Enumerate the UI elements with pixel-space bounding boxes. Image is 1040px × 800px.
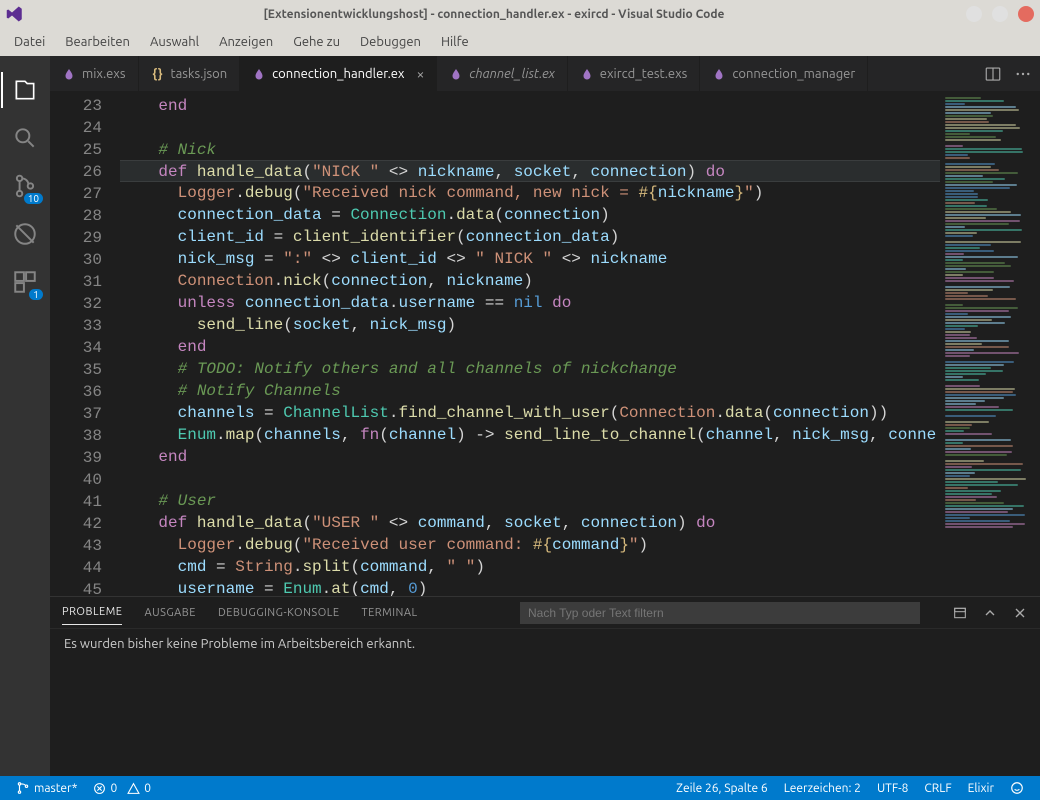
tab-label: exircd_test.exs bbox=[600, 67, 688, 81]
code-line[interactable]: end bbox=[120, 95, 940, 117]
activity-bar: 10 1 bbox=[0, 56, 50, 776]
code-line[interactable]: unless connection_data.username == nil d… bbox=[120, 292, 940, 314]
code-line[interactable]: end bbox=[120, 446, 940, 468]
debug-tab[interactable] bbox=[1, 210, 49, 258]
elixir-icon bbox=[62, 67, 76, 81]
window-title: [Extensionentwicklungshost] - connection… bbox=[32, 8, 956, 21]
bottom-panel: PROBLEME AUSGABE DEBUGGING-KONSOLE TERMINAL… bbox=[50, 596, 1040, 776]
elixir-icon bbox=[580, 67, 594, 81]
elixir-icon bbox=[252, 67, 266, 81]
more-icon[interactable] bbox=[1014, 65, 1032, 83]
branch-status[interactable]: master* bbox=[8, 781, 85, 795]
eol-status[interactable]: CRLF bbox=[916, 781, 959, 795]
code-line[interactable]: channels = ChannelList.find_channel_with… bbox=[120, 402, 940, 424]
code-line[interactable]: nick_msg = ":" <> client_id <> " NICK " … bbox=[120, 248, 940, 270]
code-line[interactable]: Logger.debug("Received nick command, new… bbox=[120, 182, 940, 204]
status-bar: master* 0 0 Zeile 26, Spalte 6 Leerzeich… bbox=[0, 776, 1040, 800]
line-gutter: 2324252627282930313233343536373839404142… bbox=[50, 91, 120, 596]
tab-exircd_test-exs[interactable]: exircd_test.exs bbox=[568, 56, 701, 91]
tab-tasks-json[interactable]: {} tasks.json bbox=[139, 56, 241, 91]
elixir-icon bbox=[449, 67, 463, 81]
code-line[interactable]: send_line(socket, nick_msg) bbox=[120, 314, 940, 336]
tab-connection_handler-ex[interactable]: connection_handler.ex × bbox=[240, 56, 437, 91]
maximize-panel-icon[interactable] bbox=[982, 605, 998, 621]
encoding-status[interactable]: UTF-8 bbox=[869, 781, 916, 795]
tab-label: mix.exs bbox=[82, 67, 126, 81]
code-line[interactable]: # User bbox=[120, 490, 940, 512]
code-line[interactable]: Logger.debug("Received user command: #{c… bbox=[120, 534, 940, 556]
close-window-button[interactable] bbox=[1018, 6, 1034, 22]
panel-tabs: PROBLEME AUSGABE DEBUGGING-KONSOLE TERMINAL bbox=[50, 597, 1040, 629]
tab-mix-exs[interactable]: mix.exs bbox=[50, 56, 139, 91]
code-line[interactable] bbox=[120, 117, 940, 139]
code-line[interactable]: cmd = String.split(command, " ") bbox=[120, 556, 940, 578]
code-line[interactable]: Enum.map(channels, fn(channel) -> send_l… bbox=[120, 424, 940, 446]
code-line[interactable]: def handle_data("USER " <> command, sock… bbox=[120, 512, 940, 534]
maximize-button[interactable] bbox=[992, 6, 1008, 22]
minimize-button[interactable] bbox=[966, 6, 982, 22]
editor[interactable]: 2324252627282930313233343536373839404142… bbox=[50, 91, 1040, 596]
menu-anzeigen[interactable]: Anzeigen bbox=[209, 31, 283, 53]
code-line[interactable] bbox=[120, 468, 940, 490]
code-line[interactable]: def handle_data("NICK " <> nickname, soc… bbox=[120, 160, 940, 182]
problems-body: Es wurden bisher keine Probleme im Arbei… bbox=[50, 629, 1040, 776]
code-line[interactable]: Connection.nick(connection, nickname) bbox=[120, 270, 940, 292]
code-content[interactable]: end # Nick def handle_data("NICK " <> ni… bbox=[120, 91, 940, 596]
menu-hilfe[interactable]: Hilfe bbox=[431, 31, 479, 53]
scm-badge: 10 bbox=[24, 193, 43, 204]
tab-label: connection_handler.ex bbox=[272, 67, 404, 81]
code-line[interactable]: end bbox=[120, 336, 940, 358]
tab-connection_manager[interactable]: connection_manager bbox=[700, 56, 868, 91]
elixir-icon bbox=[712, 67, 726, 81]
close-icon[interactable]: × bbox=[416, 66, 424, 82]
language-status[interactable]: Elixir bbox=[960, 781, 1002, 795]
extensions-badge: 1 bbox=[29, 289, 43, 300]
code-line[interactable]: # Notify Channels bbox=[120, 380, 940, 402]
collapse-panel-icon[interactable] bbox=[952, 605, 968, 621]
code-line[interactable]: # TODO: Notify others and all channels o… bbox=[120, 358, 940, 380]
indent-status[interactable]: Leerzeichen: 2 bbox=[776, 781, 869, 795]
panel-tab-debugging-konsole[interactable]: DEBUGGING-KONSOLE bbox=[218, 601, 340, 625]
menu-debuggen[interactable]: Debuggen bbox=[350, 31, 431, 53]
vscode-icon bbox=[6, 5, 24, 23]
scm-tab[interactable]: 10 bbox=[1, 162, 49, 210]
cursor-position-status[interactable]: Zeile 26, Spalte 6 bbox=[668, 781, 776, 795]
menu-bearbeiten[interactable]: Bearbeiten bbox=[55, 31, 140, 53]
tab-label: connection_manager bbox=[732, 67, 855, 81]
feedback-icon[interactable] bbox=[1002, 781, 1032, 795]
menubar: DateiBearbeitenAuswahlAnzeigenGehe zuDeb… bbox=[0, 28, 1040, 56]
errors-status[interactable]: 0 0 bbox=[85, 782, 159, 795]
tab-label: tasks.json bbox=[171, 67, 228, 81]
editor-tabs: mix.exs {} tasks.json connection_handler.ex… bbox=[50, 56, 1040, 91]
problems-filter-input[interactable] bbox=[520, 602, 920, 624]
split-editor-icon[interactable] bbox=[984, 65, 1002, 83]
code-line[interactable]: client_id = client_identifier(connection… bbox=[120, 226, 940, 248]
tab-label: channel_list.ex bbox=[469, 67, 554, 81]
panel-tab-ausgabe[interactable]: AUSGABE bbox=[144, 601, 196, 625]
extensions-tab[interactable]: 1 bbox=[1, 258, 49, 306]
panel-tab-terminal[interactable]: TERMINAL bbox=[362, 601, 418, 625]
explorer-tab[interactable] bbox=[1, 66, 49, 114]
menu-datei[interactable]: Datei bbox=[4, 31, 55, 53]
code-line[interactable]: connection_data = Connection.data(connec… bbox=[120, 204, 940, 226]
panel-tab-probleme[interactable]: PROBLEME bbox=[62, 600, 122, 625]
tab-channel_list-ex[interactable]: channel_list.ex bbox=[437, 56, 567, 91]
search-tab[interactable] bbox=[1, 114, 49, 162]
close-panel-icon[interactable] bbox=[1012, 605, 1028, 621]
code-line[interactable]: # Nick bbox=[120, 139, 940, 161]
minimap[interactable] bbox=[940, 91, 1040, 596]
code-line[interactable]: username = Enum.at(cmd, 0) bbox=[120, 578, 940, 596]
menu-gehe zu[interactable]: Gehe zu bbox=[283, 31, 350, 53]
menu-auswahl[interactable]: Auswahl bbox=[140, 31, 209, 53]
json-icon: {} bbox=[151, 67, 165, 81]
titlebar: [Extensionentwicklungshost] - connection… bbox=[0, 0, 1040, 28]
